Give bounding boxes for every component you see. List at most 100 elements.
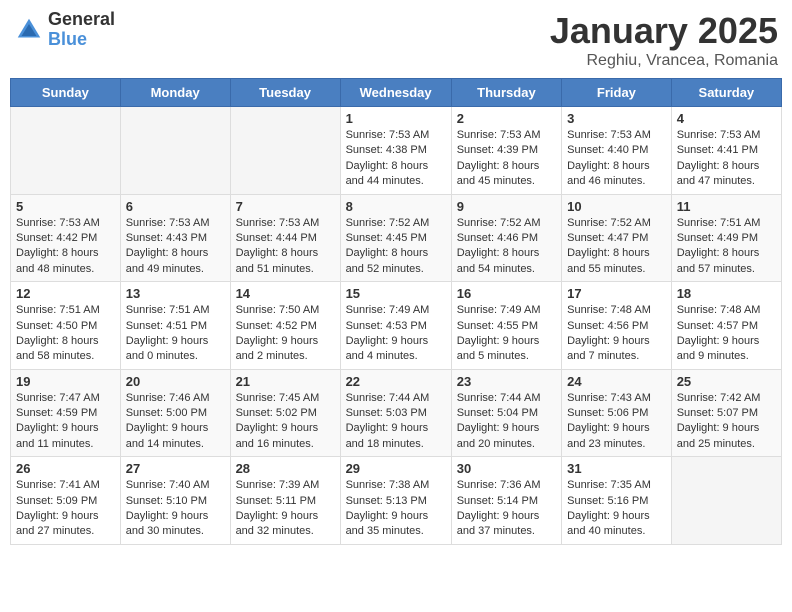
logo-icon — [14, 15, 44, 45]
day-info: Sunrise: 7:53 AM Sunset: 4:44 PM Dayligh… — [236, 216, 335, 278]
day-info: Sunrise: 7:52 AM Sunset: 4:46 PM Dayligh… — [457, 216, 556, 278]
calendar-cell: 27Sunrise: 7:40 AM Sunset: 5:10 PM Dayli… — [120, 457, 230, 545]
week-row-4: 19 Sunrise: 7:47 AM Sunset: 4:59 PM Dayli… — [11, 369, 782, 457]
calendar-cell: 17 Sunrise: 7:48 AM Sunset: 4:56 PM Dayli… — [562, 282, 672, 370]
day-info: Sunrise: 7:51 AM Sunset: 4:51 PM Dayligh… — [126, 303, 225, 365]
calendar-cell: 4 Sunrise: 7:53 AM Sunset: 4:41 PM Daylig… — [671, 107, 781, 195]
day-number: 15 — [346, 286, 446, 301]
day-number: 13 — [126, 286, 225, 301]
calendar-cell: 21 Sunrise: 7:45 AM Sunset: 5:02 PM Dayli… — [230, 369, 340, 457]
day-info: Sunrise: 7:53 AM Sunset: 4:39 PM Dayligh… — [457, 128, 556, 190]
day-info: Sunrise: 7:36 AM Sunset: 5:14 PM Dayligh… — [457, 478, 556, 540]
week-row-3: 12 Sunrise: 7:51 AM Sunset: 4:50 PM Dayli… — [11, 282, 782, 370]
calendar-cell: 2 Sunrise: 7:53 AM Sunset: 4:39 PM Daylig… — [451, 107, 561, 195]
calendar-cell — [120, 107, 230, 195]
day-info: Sunrise: 7:51 AM Sunset: 4:49 PM Dayligh… — [677, 216, 776, 278]
calendar-cell: 5Sunrise: 7:53 AM Sunset: 4:42 PM Daylig… — [11, 194, 121, 282]
day-number: 29 — [346, 461, 446, 476]
calendar-cell: 3Sunrise: 7:53 AM Sunset: 4:40 PM Daylig… — [562, 107, 672, 195]
day-number: 10 — [567, 199, 666, 214]
calendar-cell: 14Sunrise: 7:50 AM Sunset: 4:52 PM Dayli… — [230, 282, 340, 370]
calendar-cell: 22Sunrise: 7:44 AM Sunset: 5:03 PM Dayli… — [340, 369, 451, 457]
day-info: Sunrise: 7:35 AM Sunset: 5:16 PM Dayligh… — [567, 478, 666, 540]
calendar-cell — [230, 107, 340, 195]
day-number: 22 — [346, 374, 446, 389]
day-info: Sunrise: 7:38 AM Sunset: 5:13 PM Dayligh… — [346, 478, 446, 540]
day-number: 25 — [677, 374, 776, 389]
day-info: Sunrise: 7:47 AM Sunset: 4:59 PM Dayligh… — [16, 391, 115, 453]
calendar-cell: 13 Sunrise: 7:51 AM Sunset: 4:51 PM Dayli… — [120, 282, 230, 370]
calendar-cell — [671, 457, 781, 545]
weekday-header-thursday: Thursday — [451, 79, 561, 107]
calendar-cell: 1Sunrise: 7:53 AM Sunset: 4:38 PM Daylig… — [340, 107, 451, 195]
day-info: Sunrise: 7:39 AM Sunset: 5:11 PM Dayligh… — [236, 478, 335, 540]
day-info: Sunrise: 7:41 AM Sunset: 5:09 PM Dayligh… — [16, 478, 115, 540]
weekday-header-wednesday: Wednesday — [340, 79, 451, 107]
calendar-cell: 6 Sunrise: 7:53 AM Sunset: 4:43 PM Daylig… — [120, 194, 230, 282]
calendar-cell: 18 Sunrise: 7:48 AM Sunset: 4:57 PM Dayli… — [671, 282, 781, 370]
day-info: Sunrise: 7:53 AM Sunset: 4:43 PM Dayligh… — [126, 216, 225, 278]
day-number: 27 — [126, 461, 225, 476]
day-number: 7 — [236, 199, 335, 214]
day-info: Sunrise: 7:46 AM Sunset: 5:00 PM Dayligh… — [126, 391, 225, 453]
day-info: Sunrise: 7:50 AM Sunset: 4:52 PM Dayligh… — [236, 303, 335, 365]
day-number: 12 — [16, 286, 115, 301]
week-row-2: 5Sunrise: 7:53 AM Sunset: 4:42 PM Daylig… — [11, 194, 782, 282]
day-number: 11 — [677, 199, 776, 214]
day-info: Sunrise: 7:52 AM Sunset: 4:47 PM Dayligh… — [567, 216, 666, 278]
day-info: Sunrise: 7:44 AM Sunset: 5:04 PM Dayligh… — [457, 391, 556, 453]
day-number: 24 — [567, 374, 666, 389]
weekday-header-monday: Monday — [120, 79, 230, 107]
calendar-cell: 29 Sunrise: 7:38 AM Sunset: 5:13 PM Dayli… — [340, 457, 451, 545]
calendar-cell: 8Sunrise: 7:52 AM Sunset: 4:45 PM Daylig… — [340, 194, 451, 282]
day-info: Sunrise: 7:51 AM Sunset: 4:50 PM Dayligh… — [16, 303, 115, 365]
day-number: 3 — [567, 111, 666, 126]
calendar-cell: 7 Sunrise: 7:53 AM Sunset: 4:44 PM Daylig… — [230, 194, 340, 282]
day-info: Sunrise: 7:48 AM Sunset: 4:57 PM Dayligh… — [677, 303, 776, 365]
weekday-header-row: SundayMondayTuesdayWednesdayThursdayFrid… — [11, 79, 782, 107]
calendar-cell: 12 Sunrise: 7:51 AM Sunset: 4:50 PM Dayli… — [11, 282, 121, 370]
calendar-cell: 15 Sunrise: 7:49 AM Sunset: 4:53 PM Dayli… — [340, 282, 451, 370]
calendar-cell: 23 Sunrise: 7:44 AM Sunset: 5:04 PM Dayli… — [451, 369, 561, 457]
day-info: Sunrise: 7:53 AM Sunset: 4:42 PM Dayligh… — [16, 216, 115, 278]
logo-blue-text: Blue — [48, 30, 115, 50]
day-number: 21 — [236, 374, 335, 389]
calendar-cell: 30 Sunrise: 7:36 AM Sunset: 5:14 PM Dayli… — [451, 457, 561, 545]
day-number: 20 — [126, 374, 225, 389]
day-number: 19 — [16, 374, 115, 389]
week-row-5: 26 Sunrise: 7:41 AM Sunset: 5:09 PM Dayli… — [11, 457, 782, 545]
day-number: 28 — [236, 461, 335, 476]
day-info: Sunrise: 7:48 AM Sunset: 4:56 PM Dayligh… — [567, 303, 666, 365]
day-number: 17 — [567, 286, 666, 301]
day-number: 26 — [16, 461, 115, 476]
day-number: 18 — [677, 286, 776, 301]
day-number: 6 — [126, 199, 225, 214]
day-number: 9 — [457, 199, 556, 214]
day-number: 23 — [457, 374, 556, 389]
day-number: 16 — [457, 286, 556, 301]
calendar-cell: 20 Sunrise: 7:46 AM Sunset: 5:00 PM Dayli… — [120, 369, 230, 457]
day-number: 1 — [346, 111, 446, 126]
day-info: Sunrise: 7:49 AM Sunset: 4:55 PM Dayligh… — [457, 303, 556, 365]
day-info: Sunrise: 7:53 AM Sunset: 4:41 PM Dayligh… — [677, 128, 776, 190]
calendar-cell: 25 Sunrise: 7:42 AM Sunset: 5:07 PM Dayli… — [671, 369, 781, 457]
calendar-cell: 26 Sunrise: 7:41 AM Sunset: 5:09 PM Dayli… — [11, 457, 121, 545]
logo-general-text: General — [48, 10, 115, 30]
location-text: Reghiu, Vrancea, Romania — [550, 52, 778, 70]
calendar-cell — [11, 107, 121, 195]
day-number: 4 — [677, 111, 776, 126]
calendar-cell: 19 Sunrise: 7:47 AM Sunset: 4:59 PM Dayli… — [11, 369, 121, 457]
day-number: 30 — [457, 461, 556, 476]
calendar-cell: 28 Sunrise: 7:39 AM Sunset: 5:11 PM Dayli… — [230, 457, 340, 545]
weekday-header-saturday: Saturday — [671, 79, 781, 107]
month-title: January 2025 — [550, 10, 778, 52]
day-info: Sunrise: 7:45 AM Sunset: 5:02 PM Dayligh… — [236, 391, 335, 453]
day-number: 8 — [346, 199, 446, 214]
day-info: Sunrise: 7:49 AM Sunset: 4:53 PM Dayligh… — [346, 303, 446, 365]
day-number: 2 — [457, 111, 556, 126]
calendar-table: SundayMondayTuesdayWednesdayThursdayFrid… — [10, 78, 782, 545]
calendar-cell: 16 Sunrise: 7:49 AM Sunset: 4:55 PM Dayli… — [451, 282, 561, 370]
weekday-header-sunday: Sunday — [11, 79, 121, 107]
day-info: Sunrise: 7:42 AM Sunset: 5:07 PM Dayligh… — [677, 391, 776, 453]
day-number: 31 — [567, 461, 666, 476]
